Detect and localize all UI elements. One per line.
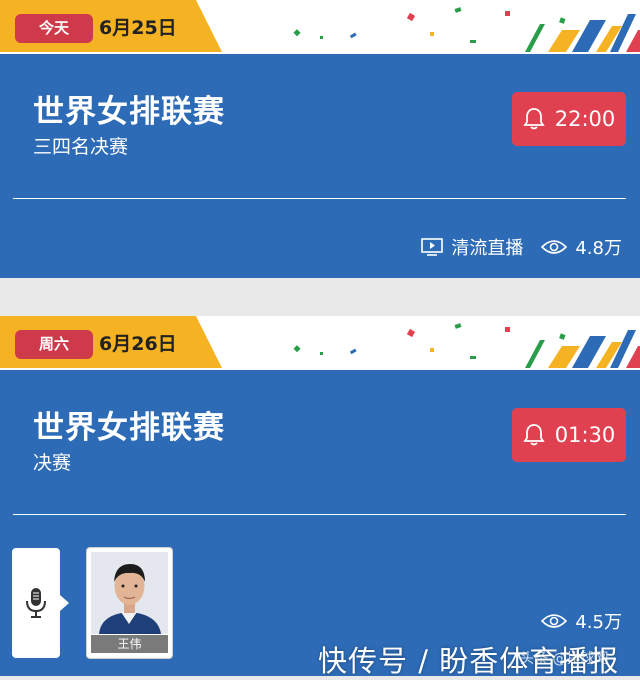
- remind-time: 22:00: [554, 107, 616, 131]
- card-meta: 清流直播 4.8万: [421, 234, 622, 260]
- view-count: 4.5万: [541, 608, 622, 634]
- remind-button[interactable]: 22:00: [512, 92, 626, 146]
- card-body: 世界女排联赛 决赛 01:30 王伟 4.5万: [0, 370, 640, 676]
- confetti-decoration: [293, 7, 640, 52]
- confetti-decoration: [293, 323, 640, 368]
- commentator-name: 王伟: [91, 635, 168, 653]
- view-count-value: 4.5万: [575, 612, 622, 633]
- commentator-avatar: [91, 552, 168, 634]
- play-screen-icon: [421, 238, 444, 256]
- eye-icon: [541, 240, 568, 254]
- commentator-toggle[interactable]: [12, 548, 69, 658]
- stream-label: 清流直播: [451, 238, 524, 259]
- view-count: 4.8万: [541, 234, 622, 260]
- match-card-1[interactable]: 今天 6月25日 世界女排联赛 三四名决赛 22:00 清流直播 4.8万: [0, 0, 640, 278]
- remind-button[interactable]: 01:30: [512, 408, 626, 462]
- match-title: 世界女排联赛: [33, 410, 225, 446]
- stream-link[interactable]: 清流直播: [421, 234, 523, 260]
- divider: [13, 198, 626, 199]
- view-count-value: 4.8万: [575, 238, 622, 259]
- remind-time: 01:30: [554, 423, 616, 447]
- match-subtitle: 三四名决赛: [33, 136, 129, 158]
- divider: [13, 514, 626, 515]
- bell-icon: [523, 424, 545, 446]
- watermark: 快传号 / 盼香体育播报: [318, 644, 620, 678]
- match-title: 世界女排联赛: [33, 94, 225, 130]
- eye-icon: [541, 614, 568, 628]
- card-header: 周六 6月26日: [0, 316, 640, 370]
- card-meta: 4.5万: [541, 608, 622, 634]
- commentator-card[interactable]: 王伟: [86, 547, 173, 659]
- bell-icon: [523, 108, 545, 130]
- match-card-2[interactable]: 周六 6月26日 世界女排联赛 决赛 01:30 王伟 4.5万: [0, 316, 640, 676]
- card-body: 世界女排联赛 三四名决赛 22:00 清流直播 4.8万: [0, 54, 640, 278]
- microphone-icon: [26, 588, 46, 618]
- card-header: 今天 6月25日: [0, 0, 640, 54]
- match-subtitle: 决赛: [33, 452, 72, 474]
